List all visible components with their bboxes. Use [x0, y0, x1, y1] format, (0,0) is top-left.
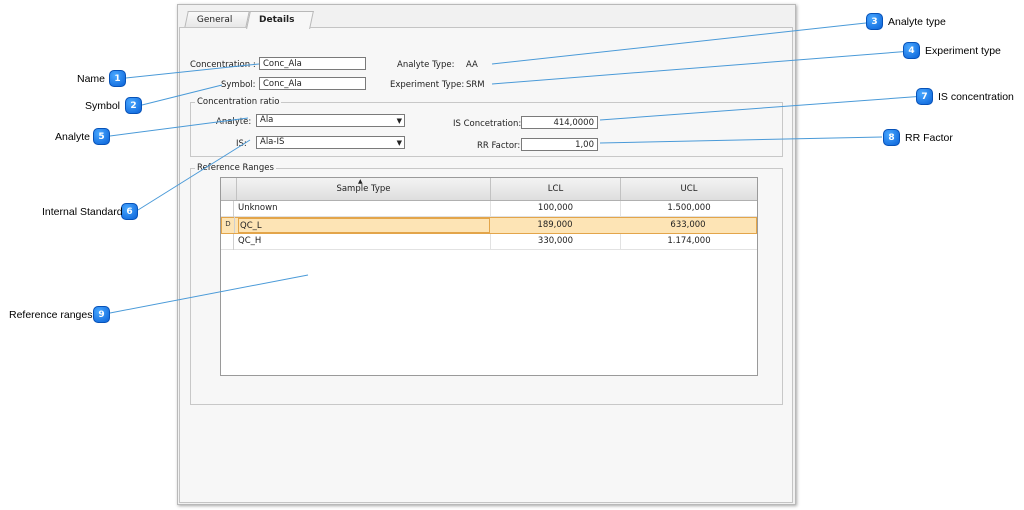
callout-line-8 [599, 136, 883, 144]
callout-badge-7: 7 [916, 88, 933, 105]
callout-badge-9: 9 [93, 306, 110, 323]
callout-badge-4: 4 [903, 42, 920, 59]
callout-text-6: Internal Standard [42, 206, 123, 218]
tab-details[interactable]: Details [246, 11, 314, 29]
callout-badge-2: 2 [125, 97, 142, 114]
callout-line-9 [109, 274, 309, 314]
callout-line-3 [491, 21, 876, 65]
callout-text-5: Analyte [55, 131, 91, 143]
callout-line-7 [599, 95, 926, 121]
callout-lines [109, 21, 926, 314]
callout-badge-6: 6 [121, 203, 138, 220]
callout-badge-5: 5 [93, 128, 110, 145]
callout-badge-1: 1 [109, 70, 126, 87]
callout-text-1: Name [77, 73, 106, 85]
callout-text-4: Experiment type [925, 45, 1001, 57]
callout-text-9: Reference ranges [9, 309, 93, 321]
callout-line-2 [141, 84, 223, 106]
callout-line-5 [109, 117, 249, 137]
callout-line-1 [125, 63, 260, 79]
callout-line-6 [137, 139, 251, 211]
callout-badge-8: 8 [883, 129, 900, 146]
callout-text-2: Symbol [85, 100, 121, 112]
callout-badge-3: 3 [866, 13, 883, 30]
callout-text-7: IS concentration [938, 91, 1014, 103]
callout-text-3: Analyte type [888, 16, 946, 28]
callout-line-4 [491, 50, 913, 85]
callout-text-8: RR Factor [905, 132, 953, 144]
